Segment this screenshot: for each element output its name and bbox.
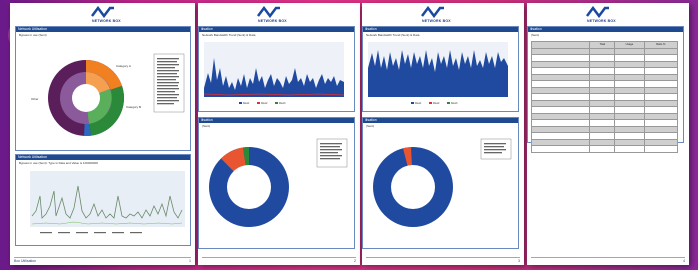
footer-rule (531, 257, 685, 258)
chart-legend: Row1 Row2 Row3 (239, 102, 286, 105)
network-box-logo (91, 6, 114, 18)
logo-text: NETWORK BOX (258, 19, 287, 23)
donut-chart (373, 138, 512, 227)
donut-hole (391, 165, 435, 209)
report-page-3: NETWORK BOX ilisation Network Bandwidth … (362, 3, 524, 265)
footer-rule (366, 257, 520, 258)
logo-text: NETWORK BOX (92, 19, 121, 23)
svg-text:Row3: Row3 (451, 102, 458, 105)
svg-text:Row1: Row1 (415, 102, 422, 105)
bandwidth-trend-panel: ilisation Network Bandwidth Trend (Sent)… (362, 26, 519, 112)
page-number: 4 (683, 259, 685, 263)
logo-text: NETWORK BOX (422, 19, 451, 23)
svg-text:Row3: Row3 (279, 102, 286, 105)
chart-legend: Row1 Row2 Row3 (411, 102, 458, 105)
network-utilisation-panel-1: Network Utilisation Bypass in use (Sent)… (15, 26, 191, 151)
page-number: 1 (189, 259, 191, 263)
footer-rule (14, 257, 191, 258)
svg-text:Row2: Row2 (261, 102, 268, 105)
network-box-logo (257, 6, 280, 18)
svg-text:Category B: Category B (126, 105, 141, 109)
sunburst-center (72, 84, 100, 112)
data-table-panel: ilisation (Sent) Total Usage Ratio % (527, 26, 684, 153)
footer-rule (202, 257, 356, 258)
donut-chart (209, 138, 348, 227)
footer-label: Box Utilisation (14, 259, 37, 263)
bandwidth-trend-panel: ilisation Network Bandwidth Trend (Sent)… (198, 26, 355, 112)
area-chart: Row1 Row2 Row3 (368, 42, 508, 105)
table-row (530, 145, 679, 153)
donut-panel: ilisation (Sent) (198, 117, 355, 249)
sunburst-chart: Category A Category B Other (31, 53, 185, 137)
svg-text:Category A: Category A (116, 64, 131, 68)
report-page-1: NETWORK BOX Network Utilisation Bypass i… (10, 3, 195, 265)
network-box-logo (586, 6, 609, 18)
svg-text:Row1: Row1 (243, 102, 250, 105)
donut-panel: ilisation (Sent) (362, 117, 519, 249)
network-box-logo (421, 6, 444, 18)
report-page-2: NETWORK BOX ilisation Network Bandwidth … (198, 3, 360, 265)
donut-hole (227, 165, 271, 209)
svg-text:Other: Other (31, 97, 39, 101)
network-utilisation-panel-2: Network Utilisation Bypass in use (Sent)… (15, 154, 191, 246)
line-chart (30, 171, 185, 234)
page-number: 2 (354, 259, 356, 263)
plot-area (30, 171, 185, 227)
area-chart: Row1 Row2 Row3 (203, 42, 345, 105)
usage-table: Total Usage Ratio % (530, 41, 679, 153)
logo-text: NETWORK BOX (587, 19, 616, 23)
svg-text:Row2: Row2 (433, 102, 440, 105)
page-number: 3 (518, 259, 520, 263)
report-page-4: NETWORK BOX ilisation (Sent) Total Usage… (527, 3, 689, 265)
panel-subtitle: (Sent) (531, 33, 540, 37)
